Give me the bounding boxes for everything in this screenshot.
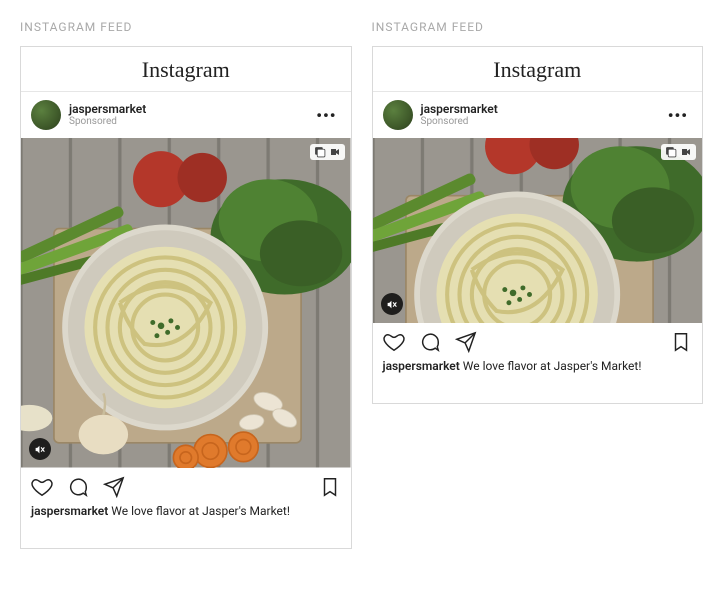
mute-toggle[interactable] (29, 438, 51, 460)
like-icon[interactable] (31, 476, 53, 498)
share-icon[interactable] (455, 331, 477, 353)
post-actions (373, 323, 703, 357)
section-title: INSTAGRAM FEED (372, 20, 704, 34)
sponsored-label: Sponsored (421, 116, 498, 127)
instagram-post-card: Instagram jaspersmarket Sponsored ••• (20, 46, 352, 549)
caption-username[interactable]: jaspersmarket (31, 504, 108, 518)
media-type-badge (661, 144, 696, 160)
post-media[interactable] (21, 138, 351, 468)
section-title: INSTAGRAM FEED (20, 20, 352, 34)
post-header: jaspersmarket Sponsored ••• (373, 92, 703, 138)
instagram-logo: Instagram (493, 57, 581, 82)
bookmark-icon[interactable] (670, 331, 692, 353)
caption-text: We love flavor at Jasper's Market! (460, 359, 642, 373)
post-caption: jaspersmarket We love flavor at Jasper's… (373, 357, 703, 403)
comment-icon[interactable] (419, 331, 441, 353)
avatar[interactable] (31, 100, 61, 130)
sponsored-label: Sponsored (69, 116, 146, 127)
post-actions (21, 468, 351, 502)
post-username[interactable]: jaspersmarket (421, 103, 498, 116)
media-type-badge (310, 144, 345, 160)
post-header: jaspersmarket Sponsored ••• (21, 92, 351, 138)
post-media[interactable] (373, 138, 703, 323)
more-options-button[interactable]: ••• (312, 102, 340, 129)
instagram-post-card: Instagram jaspersmarket Sponsored ••• (372, 46, 704, 404)
caption-username[interactable]: jaspersmarket (383, 359, 460, 373)
post-caption: jaspersmarket We love flavor at Jasper's… (21, 502, 351, 548)
instagram-logo: Instagram (142, 57, 230, 82)
like-icon[interactable] (383, 331, 405, 353)
brand-bar: Instagram (373, 47, 703, 92)
avatar[interactable] (383, 100, 413, 130)
bookmark-icon[interactable] (319, 476, 341, 498)
caption-text: We love flavor at Jasper's Market! (108, 504, 290, 518)
mute-toggle[interactable] (381, 293, 403, 315)
comment-icon[interactable] (67, 476, 89, 498)
more-options-button[interactable]: ••• (664, 102, 692, 129)
post-username[interactable]: jaspersmarket (69, 103, 146, 116)
brand-bar: Instagram (21, 47, 351, 92)
share-icon[interactable] (103, 476, 125, 498)
